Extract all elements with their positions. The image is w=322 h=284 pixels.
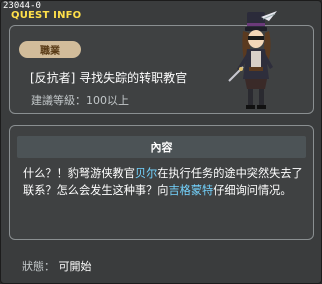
npc-character-sprite <box>228 11 277 109</box>
job-badge: 職業 <box>19 41 81 58</box>
quest-status: 狀態： 可開始 <box>22 258 92 274</box>
npc-link-gigmont[interactable]: 吉格蒙特 <box>168 184 213 197</box>
quest-name: [反抗者] 寻找失踪的转职教官 <box>30 71 188 85</box>
recommended-level: 建議等級：100以上 <box>31 94 129 107</box>
quest-description: 什么？！豹弩游侠教官贝尔在执行任务的途中突然失去了联系？怎么会发生这种事？向吉格… <box>23 167 303 197</box>
content-header: 內容 <box>17 136 306 158</box>
status-label: 狀態： <box>22 260 55 273</box>
window-title: QUEST INFO <box>11 10 82 21</box>
quest-info-window: 23044-0 QUEST INFO 職業 [反抗者] 寻找失踪的转职教官 建議… <box>0 0 322 284</box>
npc-link-bell[interactable]: 贝尔 <box>135 167 157 180</box>
status-value: 可開始 <box>58 260 92 273</box>
